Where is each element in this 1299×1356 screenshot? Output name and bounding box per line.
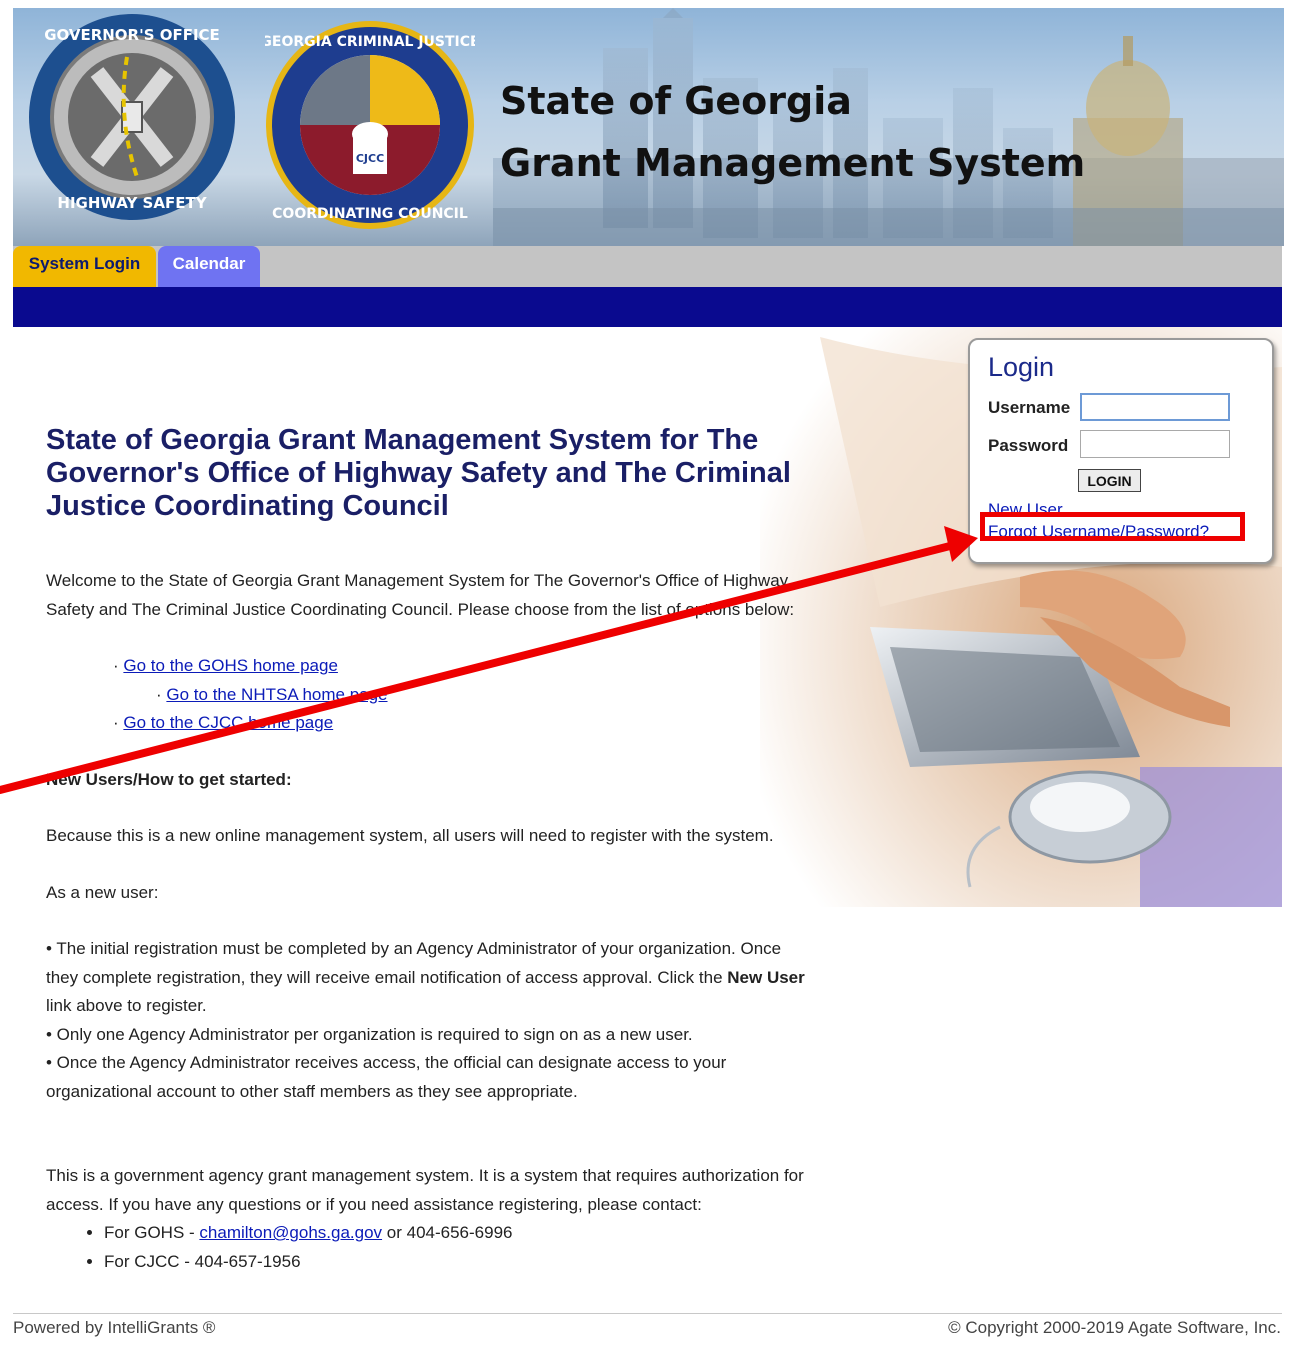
contact-list: For GOHS - chamilton@gohs.ga.gov or 404-… [46, 1219, 816, 1276]
tab-calendar[interactable]: Calendar [158, 246, 260, 287]
site-title: State of Georgia Grant Management System [500, 70, 1085, 194]
contact-gohs-label: For GOHS - [104, 1223, 200, 1242]
as-new-user-text: As a new user: [46, 882, 159, 902]
svg-text:GOVERNOR'S OFFICE: GOVERNOR'S OFFICE [44, 26, 220, 44]
svg-text:COORDINATING COUNCIL: COORDINATING COUNCIL [272, 206, 468, 222]
contact-cjcc: For CJCC - 404-657-1956 [104, 1248, 816, 1277]
bullet1-text-end: link above to register. [46, 996, 207, 1015]
cjcc-home-link[interactable]: Go to the CJCC home page [123, 713, 333, 732]
instruction-bullet-3: • Once the Agency Administrator receives… [46, 1053, 727, 1101]
list-item: · Go to the NHTSA home page [156, 684, 388, 704]
new-users-heading: New Users/How to get started: [46, 769, 292, 789]
footer-divider [13, 1313, 1282, 1314]
svg-text:HIGHWAY SAFETY: HIGHWAY SAFETY [57, 194, 207, 212]
contact-gohs: For GOHS - chamilton@gohs.ga.gov or 404-… [104, 1219, 816, 1248]
highlight-box [980, 512, 1245, 541]
site-title-line2: Grant Management System [500, 141, 1086, 185]
list-item: · Go to the GOHS home page [113, 656, 338, 675]
gohs-email-link[interactable]: chamilton@gohs.ga.gov [199, 1223, 382, 1242]
username-label: Username [988, 398, 1071, 417]
nhtsa-home-link[interactable]: Go to the NHTSA home page [166, 685, 387, 704]
home-page-links: · Go to the GOHS home page · Go to the N… [46, 652, 816, 738]
gohs-home-link[interactable]: Go to the GOHS home page [123, 656, 338, 675]
header-banner: GOVERNOR'S OFFICE HIGHWAY SAFETY CJCC GE… [13, 8, 1284, 246]
cjcc-abbrev-text: CJCC [356, 152, 384, 165]
gohs-seal-logo: GOVERNOR'S OFFICE HIGHWAY SAFETY [29, 14, 235, 220]
instruction-bullet-1: • The initial registration must be compl… [46, 935, 816, 1021]
svg-text:GEORGIA CRIMINAL JUSTICE: GEORGIA CRIMINAL JUSTICE [265, 34, 475, 50]
nav-tab-bar: System Login Calendar [13, 246, 1282, 287]
cjcc-seal-logo: CJCC GEORGIA CRIMINAL JUSTICE COORDINATI… [265, 21, 475, 229]
page-heading: State of Georgia Grant Management System… [46, 424, 791, 522]
main-content: State of Georgia Grant Management System… [46, 424, 816, 1276]
welcome-text: Welcome to the State of Georgia Grant Ma… [46, 571, 795, 619]
password-input[interactable] [1080, 430, 1230, 458]
instruction-bullet-2: • Only one Agency Administrator per orga… [46, 1024, 693, 1044]
tab-system-login[interactable]: System Login [13, 246, 156, 287]
list-item: · Go to the CJCC home page [113, 713, 334, 732]
login-button[interactable]: LOGIN [1078, 469, 1141, 492]
site-title-line1: State of Georgia [500, 79, 852, 123]
login-title: Login [988, 352, 1055, 382]
bullet1-text-start: • The initial registration must be compl… [46, 939, 782, 987]
username-input[interactable] [1080, 393, 1230, 421]
register-note: Because this is a new online management … [46, 826, 774, 845]
bullet1-bold-new-user: New User [727, 967, 805, 987]
password-label: Password [988, 436, 1069, 455]
footer-copyright: © Copyright 2000-2019 Agate Software, In… [948, 1318, 1281, 1337]
nav-blue-bar [13, 287, 1282, 327]
contact-gohs-phone: or 404-656-6996 [382, 1223, 513, 1242]
footer-powered-by: Powered by IntelliGrants ® [13, 1318, 216, 1337]
gov-notice-text: This is a government agency grant manage… [46, 1166, 804, 1214]
